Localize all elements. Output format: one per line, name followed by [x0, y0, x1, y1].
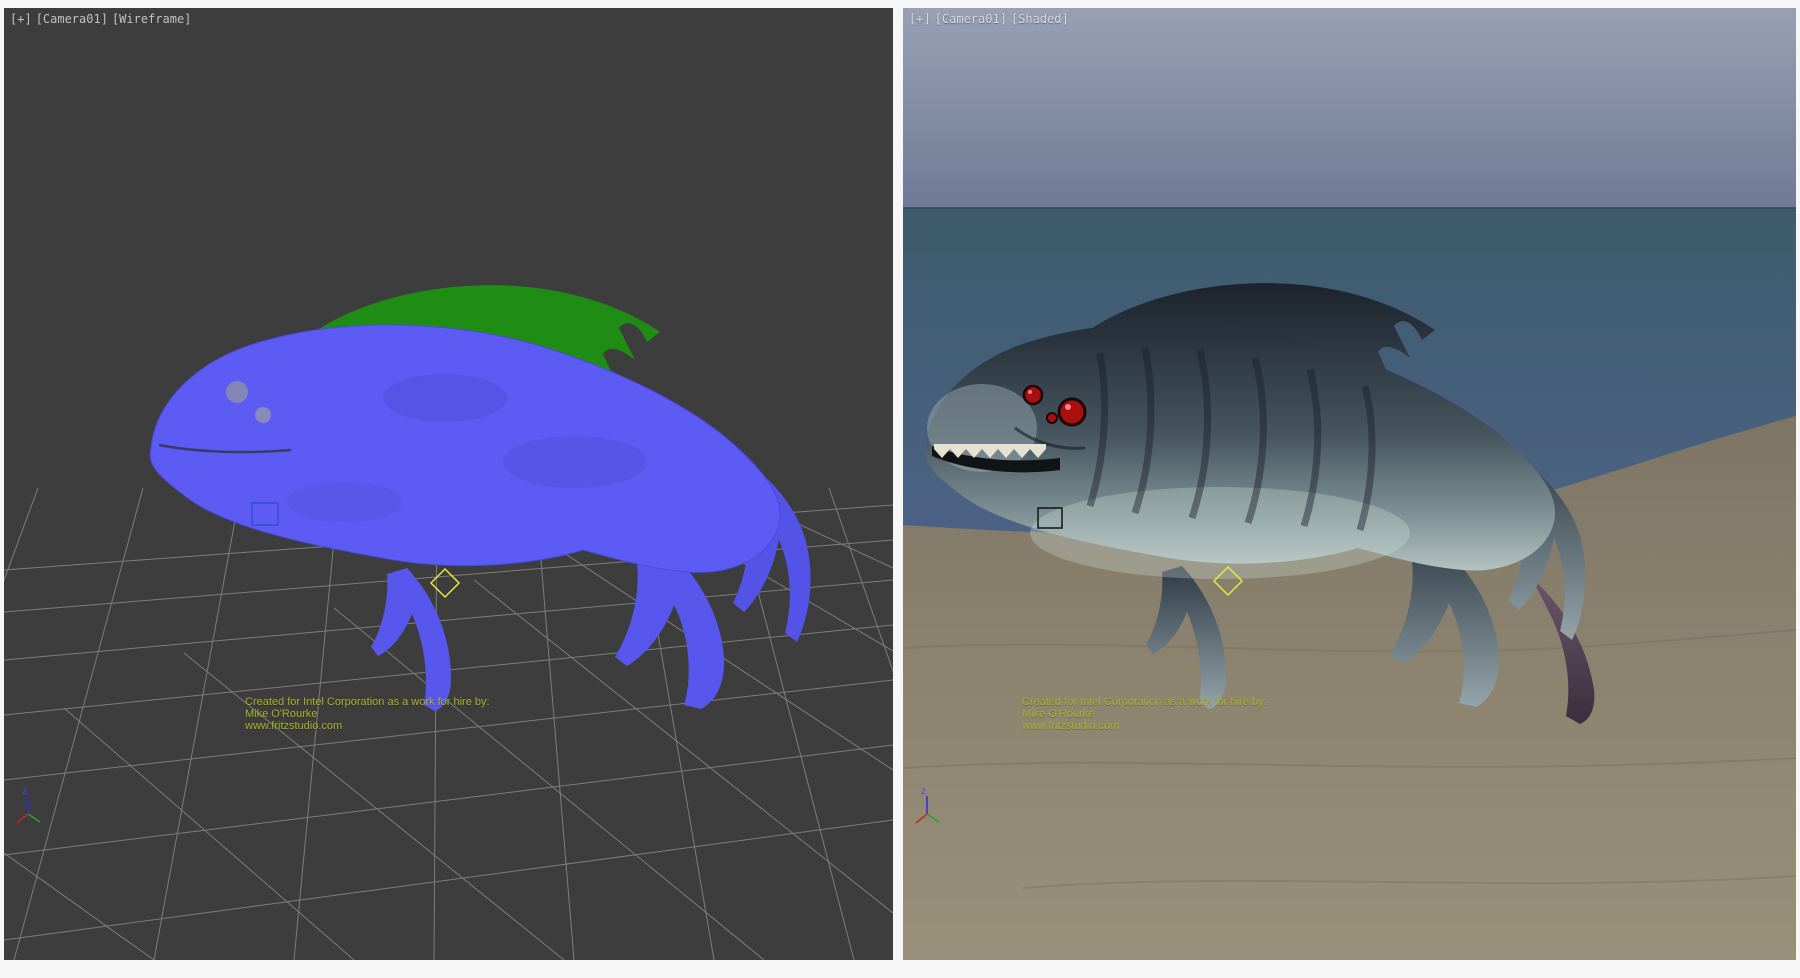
application-window: z [+] [Camera01] [Wireframe] Created for I…: [0, 0, 1800, 978]
mesh-shading-patch: [383, 374, 507, 422]
eye: [255, 407, 271, 423]
eye: [1059, 399, 1085, 425]
watermark-line: Mike O'Rourke: [245, 708, 490, 720]
belly-highlight: [1030, 487, 1410, 579]
viewport-menu-general[interactable]: [+]: [909, 12, 931, 26]
watermark-line: Created for Intel Corporation as a work …: [1022, 696, 1267, 708]
viewport-menu-pov[interactable]: [Camera01]: [36, 12, 108, 26]
pelvic-fin[interactable]: [371, 568, 451, 711]
diamond-gizmo[interactable]: [431, 569, 459, 597]
eye-highlight: [1028, 390, 1032, 394]
eye: [226, 381, 248, 403]
mesh-shading-patch: [503, 436, 647, 488]
axis-z-label: z: [921, 786, 926, 797]
wireframe-scene: z: [4, 8, 893, 960]
viewport-menu-shading[interactable]: [Shaded]: [1011, 12, 1069, 26]
shaded-scene: z: [903, 8, 1796, 960]
eye-highlight: [1065, 404, 1071, 410]
viewport-wireframe[interactable]: z [+] [Camera01] [Wireframe] Created for I…: [4, 8, 893, 960]
viewport-menu-shading[interactable]: [Wireframe]: [112, 12, 191, 26]
eye: [1024, 386, 1042, 404]
sky-background: [903, 8, 1796, 208]
mesh-shading-patch: [287, 482, 403, 522]
viewport-label: [+] [Camera01] [Shaded]: [909, 12, 1073, 26]
eye: [1047, 413, 1057, 423]
watermark-text: Created for Intel Corporation as a work …: [245, 696, 490, 732]
watermark-line: Mike O'Rourke: [1022, 708, 1267, 720]
viewport-menu-pov[interactable]: [Camera01]: [935, 12, 1007, 26]
axis-y-line: [28, 814, 40, 822]
viewport-shaded[interactable]: z [+] [Camera01] [Shaded] Created for Inte…: [903, 8, 1796, 960]
watermark-line: Created for Intel Corporation as a work …: [245, 696, 490, 708]
world-axis-tripod: z: [17, 786, 40, 823]
creature-model-wireframe[interactable]: [150, 285, 810, 711]
watermark-line: www.fritzstudio.com: [1022, 720, 1267, 732]
axis-z-label: z: [22, 786, 27, 797]
viewport-label: [+] [Camera01] [Wireframe]: [10, 12, 195, 26]
viewport-menu-general[interactable]: [+]: [10, 12, 32, 26]
watermark-line: www.fritzstudio.com: [245, 720, 490, 732]
watermark-text: Created for Intel Corporation as a work …: [1022, 696, 1267, 732]
creature-body[interactable]: [150, 325, 780, 573]
axis-x-line: [17, 814, 28, 823]
